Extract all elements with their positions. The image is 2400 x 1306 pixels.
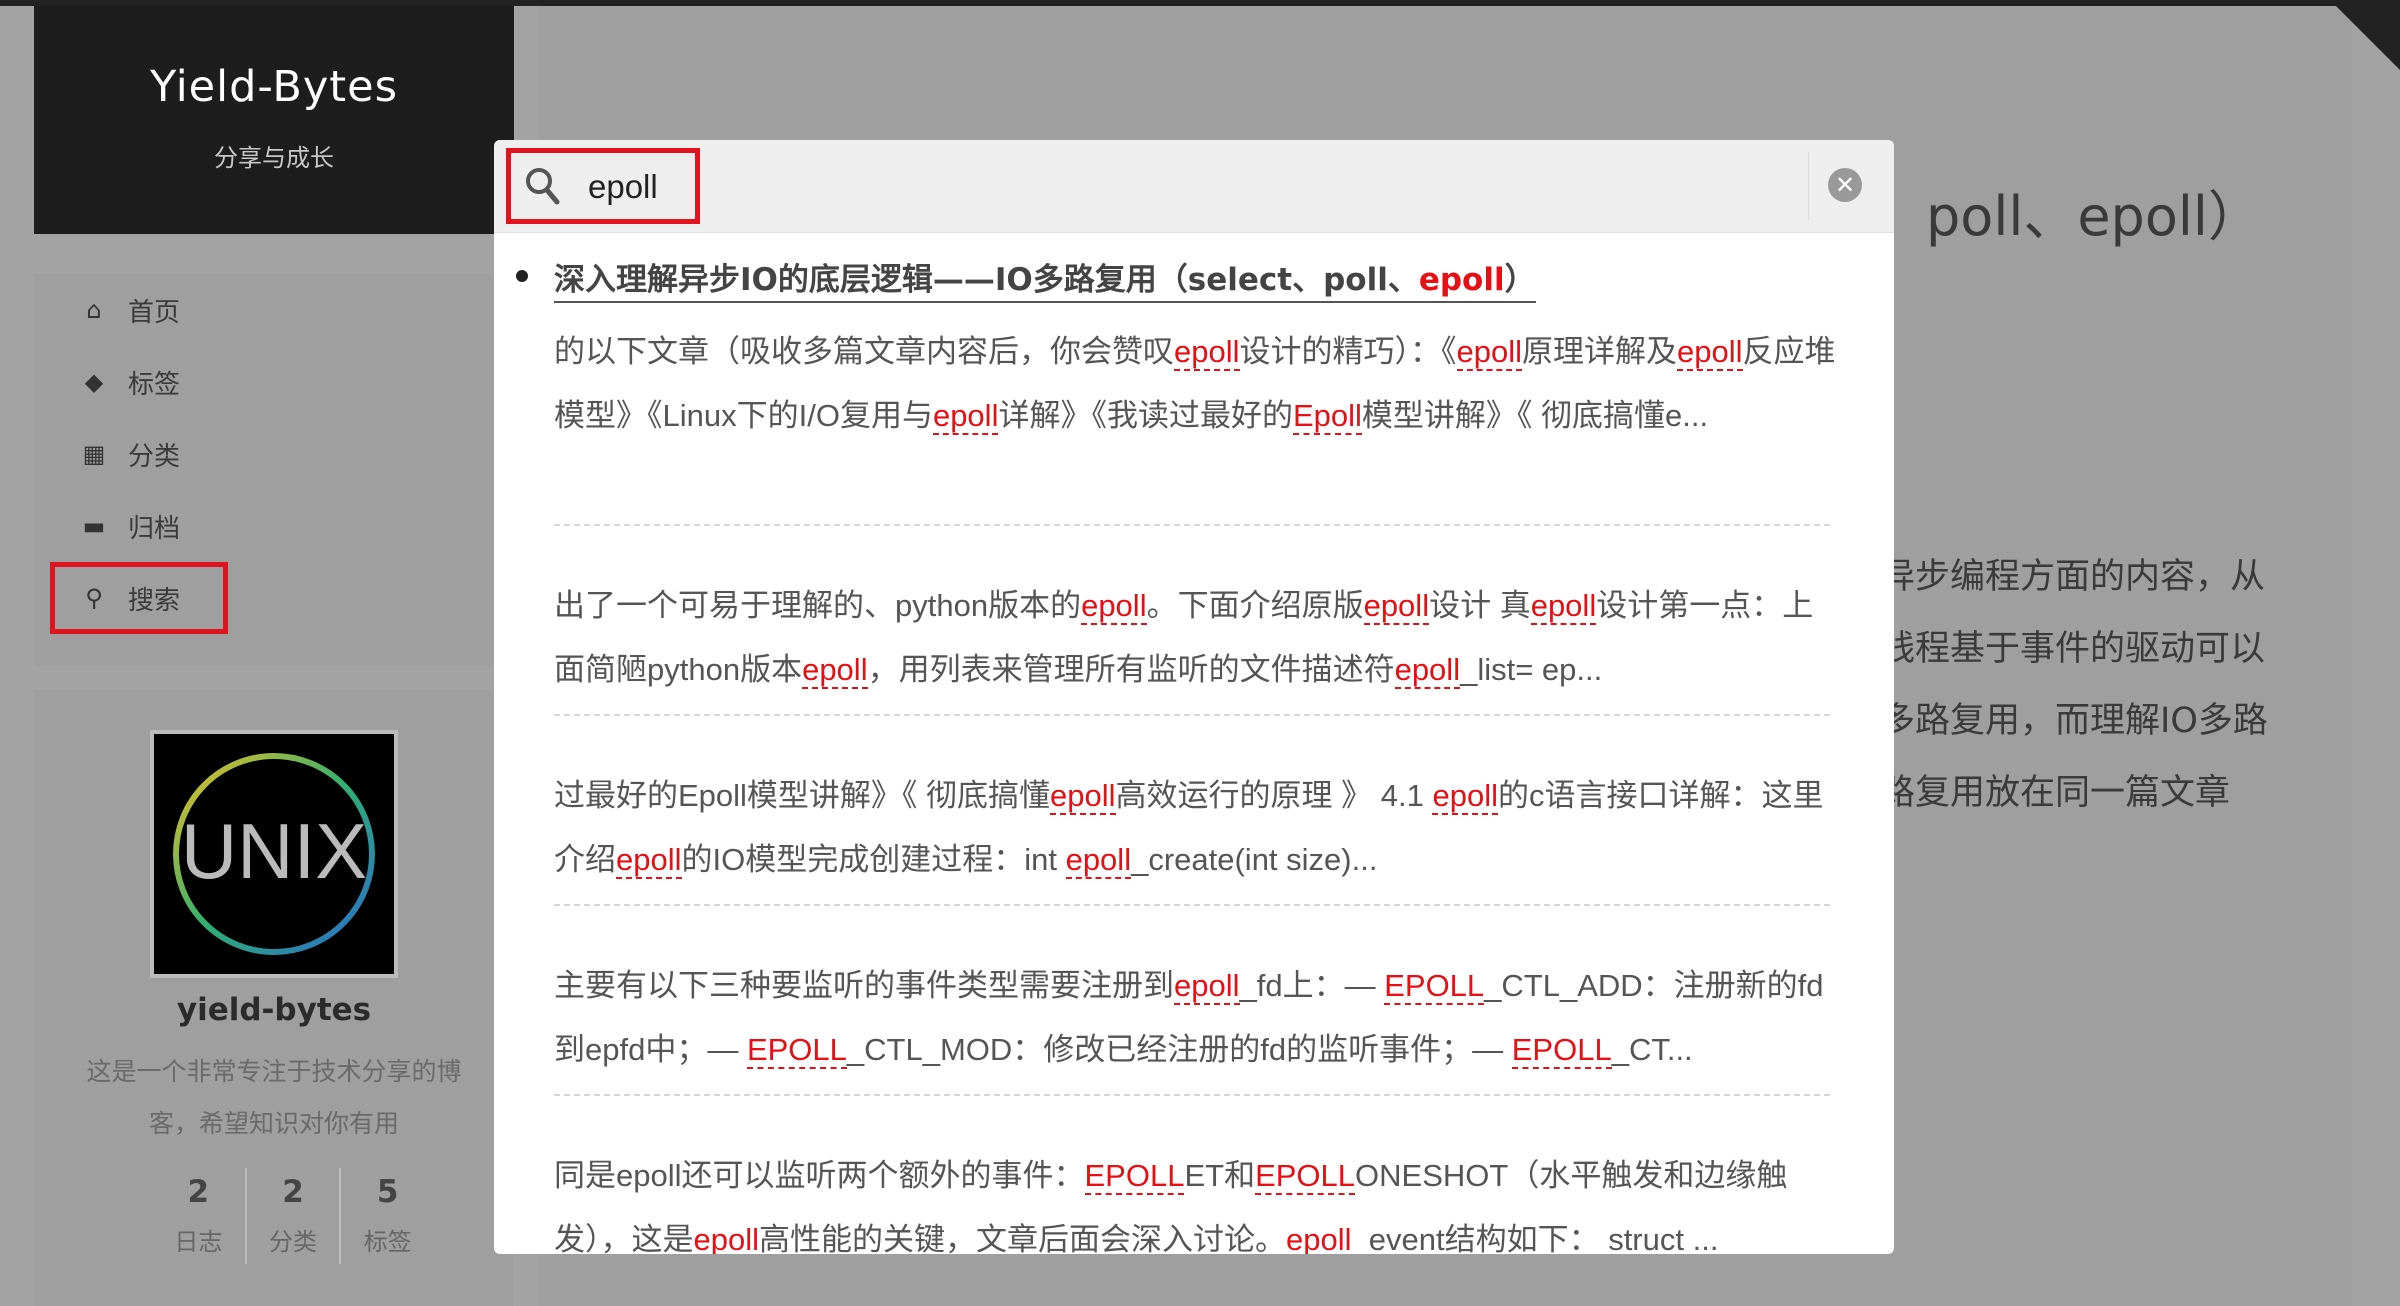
result-title-link[interactable]: 深入理解异步IO的底层逻辑——IO多路复用（select、poll、epoll）	[554, 254, 1536, 303]
author-name: yield-bytes	[176, 992, 372, 1028]
snippet-divider	[554, 524, 1830, 526]
stat-label: 日志	[174, 1228, 223, 1256]
stat-posts[interactable]: 2 日志	[152, 1168, 245, 1264]
snippet-divider	[554, 714, 1830, 716]
avatar-text: UNIX	[180, 807, 368, 895]
archive-icon: ▬	[82, 512, 106, 540]
result-snippet: 同是epoll还可以监听两个额外的事件：EPOLLET和EPOLLONESHOT…	[554, 1144, 1844, 1254]
highlight-box-search-menu	[50, 562, 228, 634]
menu-item-archives[interactable]: ▬ 归档	[34, 490, 514, 562]
post-line: 异步编程方面的内容，从	[1880, 557, 2266, 597]
stat-categories[interactable]: 2 分类	[244, 1168, 340, 1264]
result-snippet: 主要有以下三种要监听的事件类型需要注册到epoll_fd上：— EPOLL_CT…	[554, 968, 1824, 1069]
site-description: 这是一个非常专注于技术分享的博客，希望知识对你有用	[86, 1057, 462, 1138]
search-popup: ✕ 深入理解异步IO的底层逻辑——IO多路复用（select、poll、epol…	[494, 140, 1894, 1254]
menu-item-home[interactable]: ⌂ 首页	[34, 274, 514, 346]
snippet-divider	[554, 904, 1830, 906]
close-icon[interactable]: ✕	[1828, 168, 1862, 202]
site-subtitle: 分享与成长	[214, 144, 334, 172]
avatar: UNIX	[150, 730, 398, 978]
stat-count: 5	[376, 1174, 399, 1210]
site-title[interactable]: Yield-Bytes	[34, 62, 514, 112]
post-title-fragment: poll、epoll）	[1926, 185, 2262, 248]
site-stats: 2 日志 2 分类 5 标签	[152, 1168, 434, 1264]
highlight-box-search-input	[506, 148, 700, 224]
result-snippet: 出了一个可易于理解的、python版本的epoll。下面介绍原版epoll设计 …	[554, 588, 1814, 689]
post-line: 多路复用，而理解IO多路	[1880, 701, 2268, 741]
stat-count: 2	[282, 1174, 304, 1210]
result-snippet: 过最好的Epoll模型讲解》《 彻底搞懂epoll高效运行的原理 》 4.1 e…	[554, 778, 1824, 879]
post-line: 线程基于事件的驱动可以	[1880, 629, 2266, 669]
snippet-divider	[554, 1094, 1830, 1096]
site-brand[interactable]: Yield-Bytes 分享与成长	[34, 6, 514, 234]
tags-icon: ◆	[84, 368, 104, 396]
stat-label: 标签	[363, 1228, 412, 1256]
menu-item-label: 归档	[128, 513, 181, 544]
menu-item-label: 首页	[128, 297, 181, 328]
stat-count: 2	[187, 1174, 210, 1210]
stat-label: 分类	[269, 1228, 317, 1256]
site-overview: UNIX yield-bytes 这是一个非常专注于技术分享的博客，希望知识对你…	[34, 690, 514, 1306]
post-line: 路复用放在同一篇文章	[1880, 773, 2231, 813]
divider	[1808, 152, 1809, 220]
menu-item-tags[interactable]: ◆ 标签	[34, 346, 514, 418]
search-header: ✕	[494, 140, 1894, 233]
bullet	[516, 270, 528, 282]
menu-item-label: 分类	[128, 441, 181, 472]
th-icon: ▦	[82, 440, 106, 468]
menu-item-label: 标签	[128, 369, 181, 400]
result-snippet: 的以下文章（吸收多篇文章内容后，你会赞叹epoll设计的精巧）：《epoll原理…	[554, 334, 1836, 435]
menu-item-categories[interactable]: ▦ 分类	[34, 418, 514, 490]
stat-tags[interactable]: 5 标签	[339, 1168, 434, 1264]
home-icon: ⌂	[86, 296, 102, 324]
github-corner[interactable]	[2330, 0, 2400, 70]
